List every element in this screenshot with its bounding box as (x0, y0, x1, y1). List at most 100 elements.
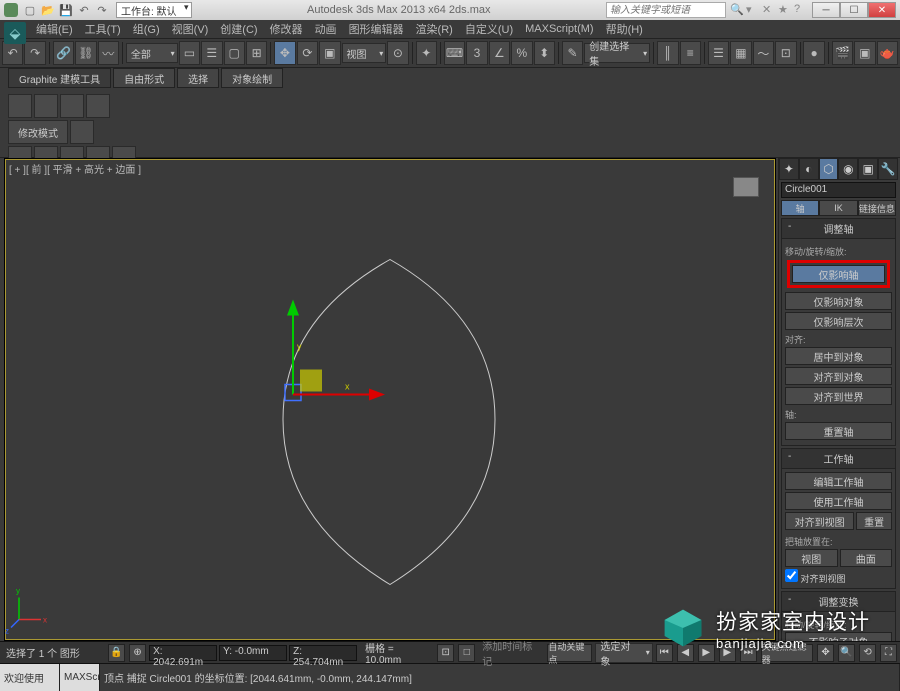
use-working-pivot-button[interactable]: 使用工作轴 (785, 492, 892, 510)
select-manipulate-button[interactable]: ✦ (416, 41, 437, 65)
search-icon[interactable]: 🔍 (730, 3, 744, 17)
exchange-icon[interactable]: ✕ (762, 3, 776, 17)
render-setup-button[interactable]: 🎬 (832, 41, 853, 65)
snap-toggle-button[interactable]: 3 (466, 41, 487, 65)
rollout-working-pivot-header[interactable]: 工作轴 (781, 448, 896, 469)
material-editor-button[interactable]: ● (803, 41, 824, 65)
nav-pan-icon[interactable]: ✥ (817, 644, 834, 662)
cmdtab-create[interactable]: ✦ (779, 158, 799, 180)
subtab-pivot[interactable]: 轴 (781, 200, 819, 216)
menu-help[interactable]: 帮助(H) (600, 21, 649, 37)
subtab-ik[interactable]: IK (819, 200, 857, 216)
cmdtab-display[interactable]: ▣ (858, 158, 878, 180)
ribbon-tab-objectpaint[interactable]: 对象绘制 (221, 68, 283, 88)
next-frame-icon[interactable]: ▶ (719, 644, 736, 662)
help-search-input[interactable] (606, 2, 726, 18)
edit-working-pivot-button[interactable]: 编辑工作轴 (785, 472, 892, 490)
ribbon-tab-freeform[interactable]: 自由形式 (113, 68, 175, 88)
affect-object-only-button[interactable]: 仅影响对象 (785, 292, 892, 310)
ref-coord-dropdown[interactable]: 视图 (342, 43, 387, 63)
menu-tools[interactable]: 工具(T) (79, 21, 127, 37)
unlink-button[interactable]: ⛓ (75, 41, 96, 65)
spinner-snap-button[interactable]: ⬍ (534, 41, 555, 65)
menu-create[interactable]: 创建(C) (214, 21, 263, 37)
maxscript-tab[interactable]: MAXScr (60, 664, 100, 691)
modify-mode-button[interactable]: 修改模式 (8, 120, 68, 144)
abs-rel-icon[interactable]: ⊕ (129, 644, 146, 662)
rollout-adjust-transform-header[interactable]: 调整变换 (781, 591, 896, 612)
align-to-object-button[interactable]: 对齐到对象 (785, 367, 892, 385)
menu-customize[interactable]: 自定义(U) (459, 21, 519, 37)
z-coord-input[interactable]: Z: 254.704mn (289, 645, 357, 661)
cmdtab-motion[interactable]: ◉ (838, 158, 858, 180)
place-view-button[interactable]: 视图 (785, 549, 838, 567)
ribbon-btn-5[interactable] (70, 120, 94, 144)
play-icon[interactable]: ▶ (698, 644, 715, 662)
close-button[interactable]: ✕ (868, 2, 896, 18)
subtab-linkinfo[interactable]: 链接信息 (858, 200, 896, 216)
named-selset-dropdown[interactable]: 创建选择集 (584, 43, 650, 63)
sel-lock-icon[interactable]: □ (458, 644, 475, 662)
align-to-view-checkbox[interactable]: 对齐到视图 (785, 574, 846, 584)
goto-start-icon[interactable]: ⏮ (656, 644, 673, 662)
align-to-world-button[interactable]: 对齐到世界 (785, 387, 892, 405)
menu-grapheditors[interactable]: 图形编辑器 (343, 21, 410, 37)
key-filters-button[interactable]: 关键点过滤器 (761, 644, 814, 662)
qat-open-icon[interactable]: 📂 (40, 2, 56, 18)
qat-save-icon[interactable]: 💾 (58, 2, 74, 18)
select-region-button[interactable]: ▢ (224, 41, 245, 65)
maximize-button[interactable]: ☐ (840, 2, 868, 18)
welcome-tab[interactable]: 欢迎使用 (0, 664, 60, 691)
align-button[interactable]: ≡ (680, 41, 701, 65)
menu-animation[interactable]: 动画 (309, 21, 343, 37)
keyboard-shortcut-button[interactable]: ⌨ (444, 41, 465, 65)
reset-pivot-button[interactable]: 重置轴 (785, 422, 892, 440)
select-rotate-button[interactable]: ⟳ (297, 41, 318, 65)
ribbon-btn-2[interactable] (34, 94, 58, 118)
percent-snap-button[interactable]: % (511, 41, 532, 65)
layer-manager-button[interactable]: ☰ (708, 41, 729, 65)
bind-space-warp-button[interactable]: 〰 (98, 41, 119, 65)
angle-snap-button[interactable]: ∠ (489, 41, 510, 65)
select-scale-button[interactable]: ▣ (319, 41, 340, 65)
qat-redo-icon[interactable]: ↷ (94, 2, 110, 18)
redo-button[interactable]: ↷ (24, 41, 45, 65)
render-production-button[interactable]: 🫖 (877, 41, 898, 65)
nav-maximize-icon[interactable]: ⛶ (880, 644, 897, 662)
reset-working-pivot-button[interactable]: 重置 (856, 512, 892, 530)
autokey-button[interactable]: 自动关键点 (547, 644, 592, 662)
rendered-frame-button[interactable]: ▣ (854, 41, 875, 65)
qat-undo-icon[interactable]: ↶ (76, 2, 92, 18)
curve-editor-button[interactable]: 〜 (753, 41, 774, 65)
cmdtab-modify[interactable]: ◐ (799, 158, 819, 180)
menu-maxscript[interactable]: MAXScript(M) (519, 23, 599, 35)
select-move-button[interactable]: ✥ (274, 41, 295, 65)
select-object-button[interactable]: ▭ (179, 41, 200, 65)
menu-group[interactable]: 组(G) (127, 21, 166, 37)
qat-new-icon[interactable]: ▢ (22, 2, 38, 18)
ribbon-btn-1[interactable] (8, 94, 32, 118)
align-to-view-button[interactable]: 对齐到视图 (785, 512, 854, 530)
keymode-dropdown[interactable]: 选定对象 (595, 643, 652, 663)
menu-modifiers[interactable]: 修改器 (264, 21, 309, 37)
window-crossing-button[interactable]: ⊞ (246, 41, 267, 65)
viewport-front[interactable]: [ + ][ 前 ][ 平滑 + 高光 + 边面 ] y x y x z (4, 158, 776, 641)
app-menu-button[interactable]: ⬙ (4, 22, 26, 44)
object-name-field[interactable]: Circle001 (781, 182, 896, 198)
ribbon-btn-4[interactable] (86, 94, 110, 118)
goto-end-icon[interactable]: ⏭ (740, 644, 757, 662)
named-selset-edit-button[interactable]: ✎ (562, 41, 583, 65)
nav-zoom-icon[interactable]: 🔍 (838, 644, 855, 662)
y-coord-input[interactable]: Y: -0.0mm (219, 645, 287, 661)
selection-filter-dropdown[interactable]: 全部 (126, 43, 178, 63)
mirror-button[interactable]: ║ (657, 41, 678, 65)
workspace-dropdown[interactable]: 工作台: 默认 (116, 2, 192, 18)
link-button[interactable]: 🔗 (53, 41, 74, 65)
lock-selection-icon[interactable]: 🔒 (108, 644, 125, 662)
menu-edit[interactable]: 编辑(E) (30, 21, 79, 37)
place-surface-button[interactable]: 曲面 (840, 549, 893, 567)
use-pivot-center-button[interactable]: ⊙ (387, 41, 408, 65)
cmdtab-hierarchy[interactable]: ⬡ (819, 158, 839, 180)
ribbon-btn-3[interactable] (60, 94, 84, 118)
schematic-view-button[interactable]: ⊡ (775, 41, 796, 65)
